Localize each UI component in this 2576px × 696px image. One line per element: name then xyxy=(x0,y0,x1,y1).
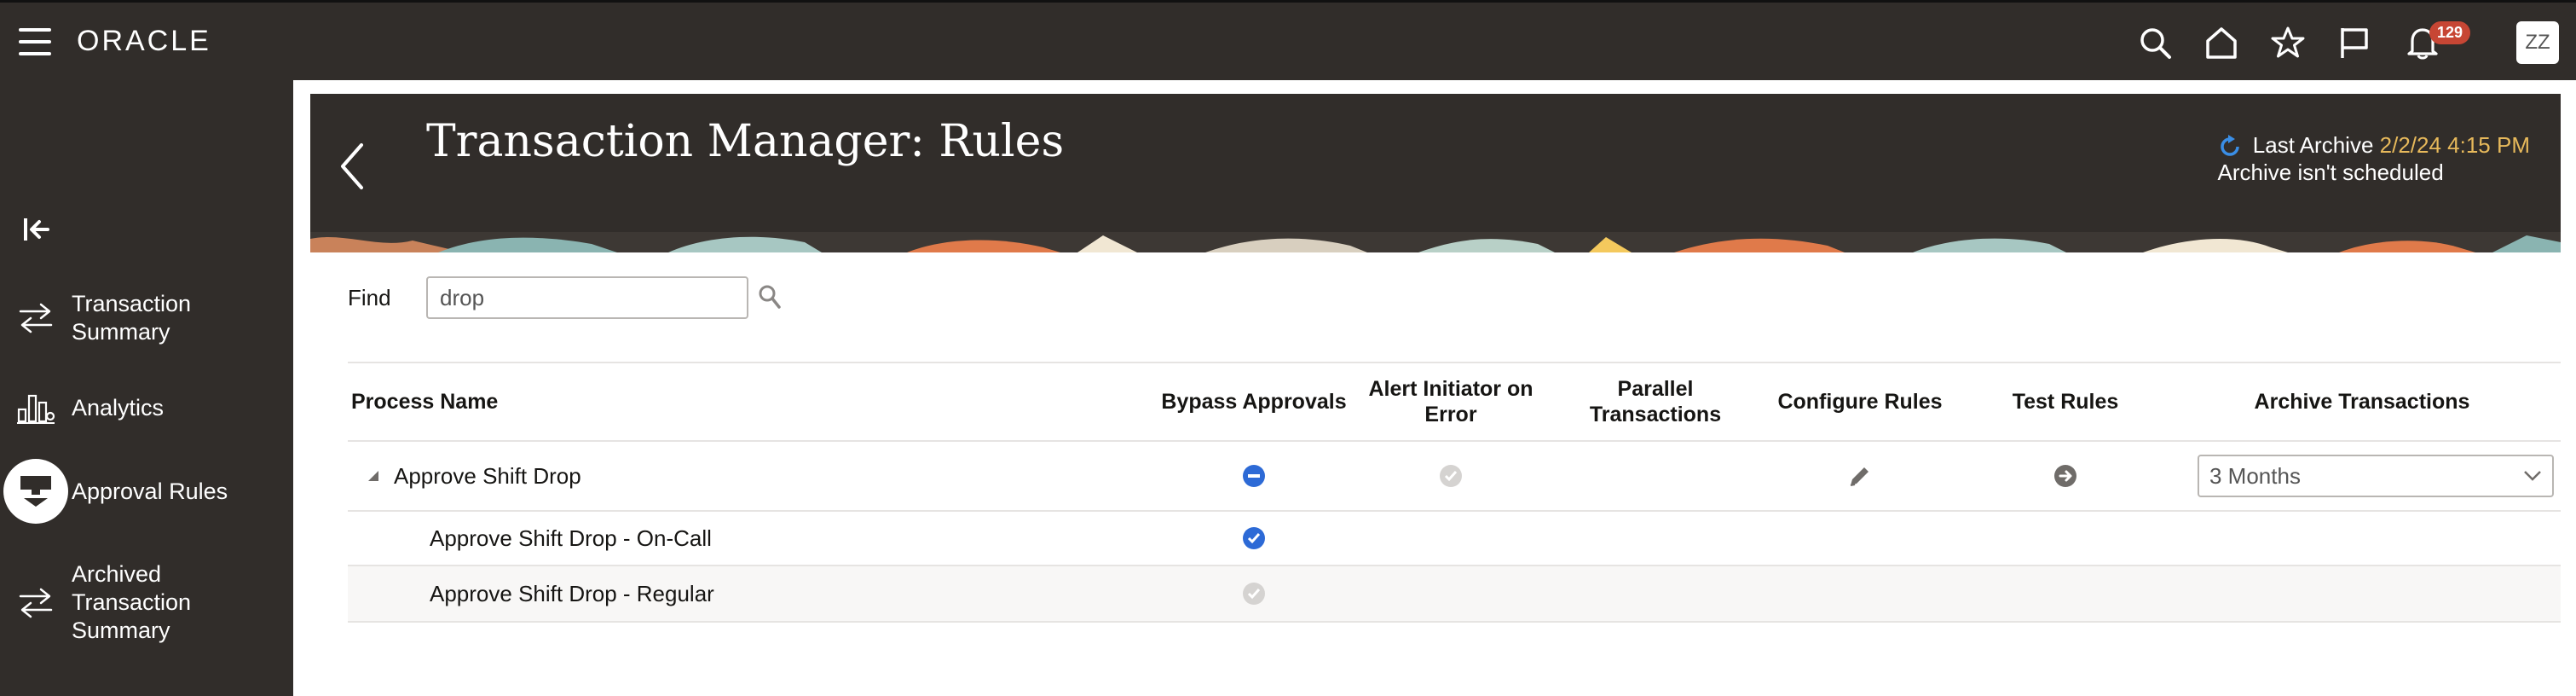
nav-label: Archived xyxy=(72,561,162,587)
process-name: Approve Shift Drop xyxy=(394,462,581,489)
menu-icon[interactable] xyxy=(19,28,53,57)
table-row[interactable]: Approve Shift Drop 3 Months xyxy=(348,442,2561,512)
nav-item-transaction-summary[interactable]: Transaction Summary xyxy=(0,290,293,346)
column-header-test-rules[interactable]: Test Rules xyxy=(1961,389,2170,415)
nav-label: Analytics xyxy=(72,394,165,420)
approval-rules-icon xyxy=(20,476,51,507)
nav-label: Summary xyxy=(72,319,170,345)
header-text: Parallel xyxy=(1617,377,1694,401)
process-name: Approve Shift Drop - Regular xyxy=(430,580,714,606)
header-text: Error xyxy=(1424,403,1477,426)
test-rules-arrow-icon[interactable] xyxy=(2053,464,2077,488)
archive-transactions-select[interactable]: 3 Months xyxy=(2198,455,2554,497)
notification-count-badge: 129 xyxy=(2429,21,2471,44)
favorites-star-icon[interactable] xyxy=(2271,26,2305,60)
header-text: Alert Initiator on xyxy=(1368,377,1533,401)
analytics-chart-icon xyxy=(17,394,55,424)
nav-label: Summary xyxy=(72,618,170,643)
nav-item-archived-transaction-summary[interactable]: Archived Transaction Summary xyxy=(0,560,293,645)
search-icon[interactable] xyxy=(757,283,783,312)
archive-status: Last Archive 2/2/24 4:15 PM Archive isn'… xyxy=(2218,131,2530,186)
global-header: ORACLE 129 ZZ xyxy=(0,0,2576,80)
decorative-banner-pattern xyxy=(310,232,2561,252)
last-archive-date: 2/2/24 4:15 PM xyxy=(2379,132,2530,158)
user-avatar[interactable]: ZZ xyxy=(2516,21,2559,64)
transfer-arrows-icon xyxy=(19,303,53,334)
page-title: Transaction Manager: Rules xyxy=(426,116,1065,167)
chevron-down-icon xyxy=(2524,471,2541,481)
find-label: Find xyxy=(348,284,391,310)
side-navigation: Transaction Summary Analytics Approval R… xyxy=(0,80,293,696)
search-icon[interactable] xyxy=(2138,26,2172,60)
oracle-logo[interactable]: ORACLE xyxy=(77,25,211,58)
nav-label: Approval Rules xyxy=(72,478,228,504)
table-row[interactable]: Approve Shift Drop - Regular xyxy=(348,566,2561,623)
last-archive-label: Last Archive xyxy=(2252,132,2374,158)
page-header-banner: Transaction Manager: Rules Last Archive … xyxy=(310,94,2561,252)
nav-item-approval-rules[interactable]: Approval Rules xyxy=(0,459,293,524)
bypass-partial-icon[interactable] xyxy=(1242,464,1266,488)
edit-pencil-icon[interactable] xyxy=(1847,463,1873,489)
find-input[interactable] xyxy=(426,276,748,319)
column-header-process-name[interactable]: Process Name xyxy=(348,389,1158,415)
column-header-bypass-approvals[interactable]: Bypass Approvals xyxy=(1158,389,1350,415)
nav-label: Transaction xyxy=(72,589,192,615)
process-name: Approve Shift Drop - On-Call xyxy=(430,525,712,551)
back-chevron-icon[interactable] xyxy=(338,142,367,191)
alert-check-disabled-icon[interactable] xyxy=(1439,464,1463,488)
table-row[interactable]: Approve Shift Drop - On-Call xyxy=(348,512,2561,566)
nav-label: Transaction xyxy=(72,291,192,316)
column-header-alert-initiator[interactable]: Alert Initiator on Error xyxy=(1350,376,1551,427)
header-text: Transactions xyxy=(1589,403,1722,426)
find-bar: Find xyxy=(348,276,783,319)
flag-icon[interactable] xyxy=(2337,26,2371,60)
collapse-panel-icon[interactable] xyxy=(22,217,53,242)
table-header-row: Process Name Bypass Approvals Alert Init… xyxy=(348,362,2561,442)
refresh-icon[interactable] xyxy=(2218,135,2242,159)
archive-select-value: 3 Months xyxy=(2209,462,2301,489)
column-header-archive-transactions[interactable]: Archive Transactions xyxy=(2170,389,2554,415)
bypass-checked-icon[interactable] xyxy=(1242,526,1266,550)
bypass-unchecked-icon[interactable] xyxy=(1242,582,1266,606)
rules-table: Process Name Bypass Approvals Alert Init… xyxy=(348,362,2561,623)
archive-schedule-text: Archive isn't scheduled xyxy=(2217,160,2444,186)
column-header-configure-rules[interactable]: Configure Rules xyxy=(1759,389,1961,415)
column-header-parallel-transactions[interactable]: Parallel Transactions xyxy=(1551,376,1759,427)
collapse-triangle-icon[interactable] xyxy=(367,469,380,483)
transfer-arrows-icon xyxy=(19,588,53,618)
nav-item-analytics[interactable]: Analytics xyxy=(0,391,293,425)
home-icon[interactable] xyxy=(2204,26,2238,60)
main-content: Transaction Manager: Rules Last Archive … xyxy=(293,80,2576,696)
